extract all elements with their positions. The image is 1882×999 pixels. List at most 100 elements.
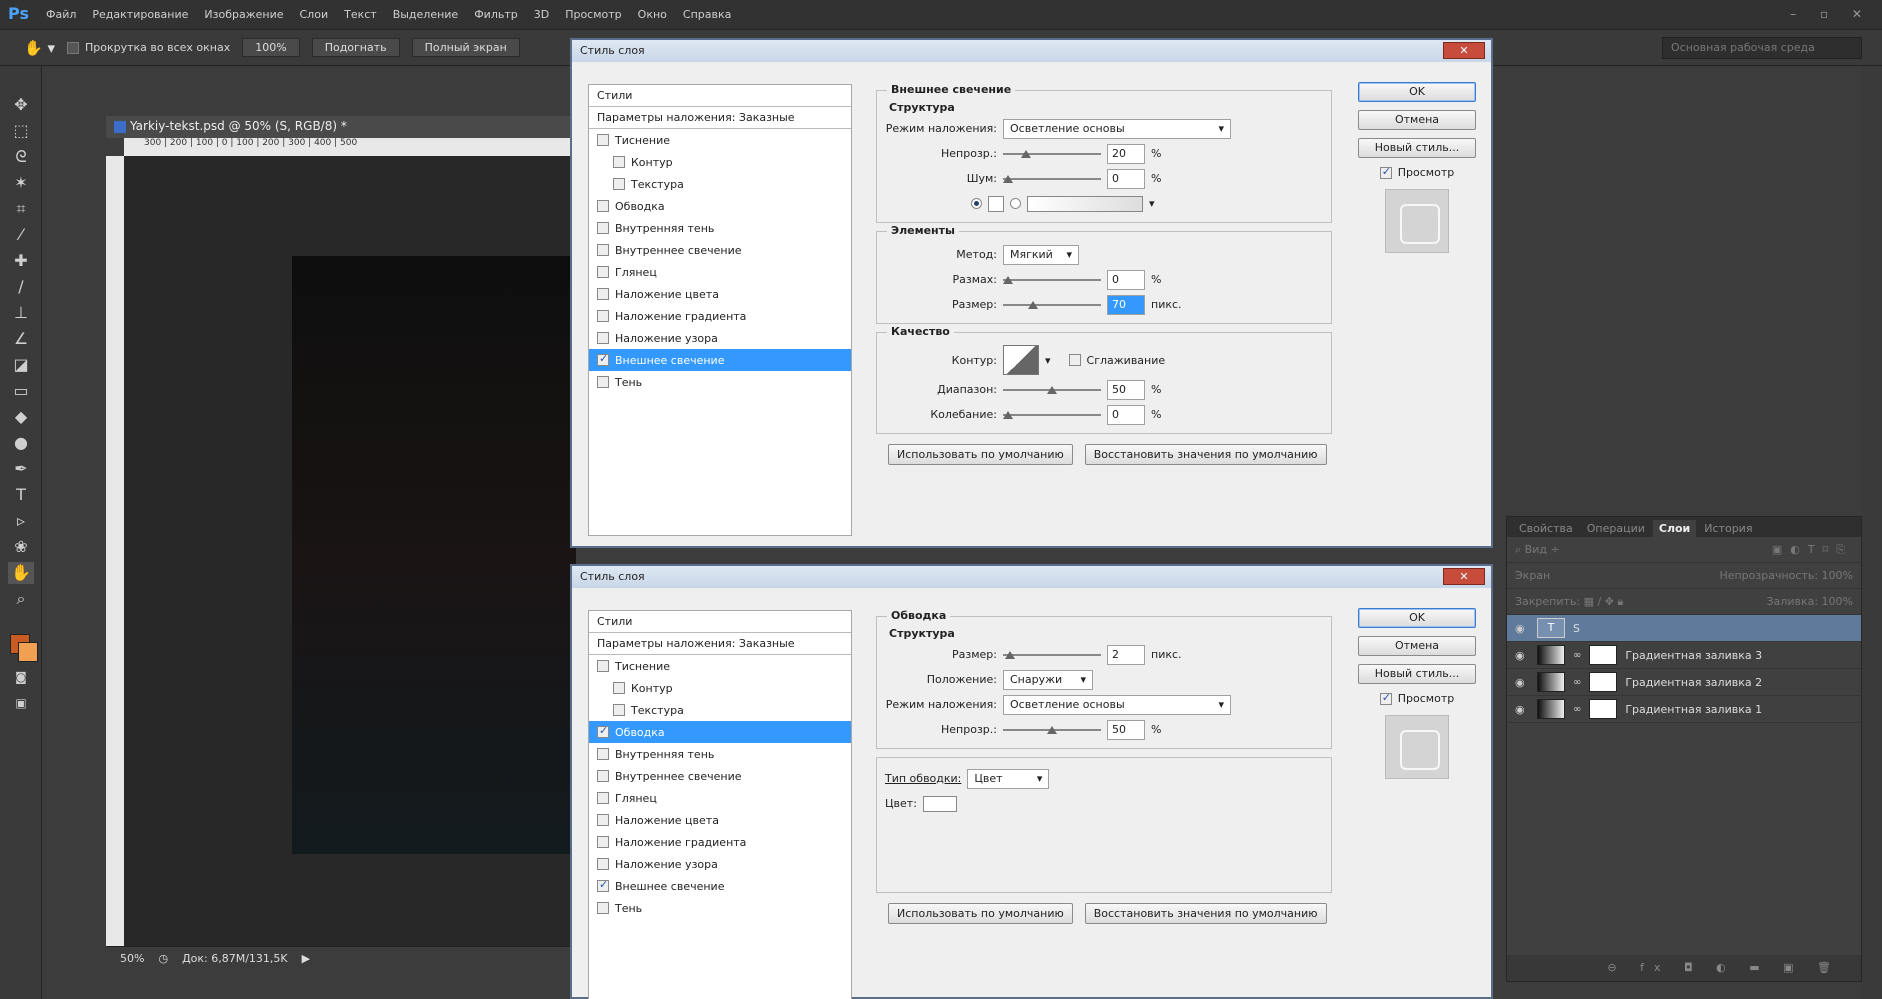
fill-type-select[interactable]: Цвет ▾ <box>967 768 1050 789</box>
style-item[interactable]: Обводка <box>589 195 851 217</box>
style-item[interactable]: Тень <box>589 371 851 393</box>
dialog-titlebar[interactable]: Стиль слоя ✕ <box>572 40 1491 62</box>
hand-tool-icon[interactable]: ✋ <box>8 562 34 584</box>
layer-row[interactable]: ◉ ∞ Градиентная заливка 1 <box>1507 696 1861 723</box>
zoom-menu-icon[interactable]: ◷ <box>158 952 168 965</box>
menu-item[interactable]: Фильтр <box>466 8 526 21</box>
move-tool-icon[interactable]: ✥ <box>8 94 34 116</box>
style-item[interactable]: Тиснение <box>589 129 851 151</box>
style-checkbox[interactable] <box>597 134 609 146</box>
style-item[interactable]: Наложение цвета <box>589 283 851 305</box>
blend-mode-select[interactable]: Осветление основы ▾ <box>1003 694 1231 715</box>
history-brush-tool-icon[interactable]: ∠ <box>8 328 34 350</box>
styles-header[interactable]: Стили <box>589 85 851 107</box>
style-checkbox[interactable] <box>613 682 625 694</box>
link-chain-icon[interactable]: ∞ <box>1573 704 1581 715</box>
screen-mode-icon[interactable]: ▣ <box>8 692 34 714</box>
noise-slider[interactable] <box>1003 172 1101 186</box>
style-checkbox[interactable] <box>597 332 609 344</box>
opacity-slider[interactable] <box>1003 723 1101 737</box>
style-checkbox[interactable] <box>597 770 609 782</box>
styles-header[interactable]: Стили <box>589 611 851 633</box>
style-item[interactable]: Внутренняя тень <box>589 743 851 765</box>
style-item[interactable]: Тень <box>589 897 851 919</box>
visibility-eye-icon[interactable]: ◉ <box>1515 703 1529 716</box>
style-checkbox[interactable] <box>597 222 609 234</box>
opacity-slider-knob[interactable] <box>1047 725 1057 734</box>
style-item[interactable]: Внутреннее свечение <box>589 239 851 261</box>
reset-default-button[interactable]: Восстановить значения по умолчанию <box>1084 444 1327 465</box>
status-arrow-icon[interactable]: ▶ <box>302 952 310 965</box>
layer-row[interactable]: ◉ T S <box>1507 615 1861 642</box>
style-item[interactable]: Обводка <box>589 721 851 743</box>
panel-tab[interactable]: Свойства <box>1513 520 1579 537</box>
style-checkbox[interactable] <box>613 178 625 190</box>
blending-options-item[interactable]: Параметры наложения: Заказные <box>589 633 851 655</box>
style-item[interactable]: Контур <box>589 677 851 699</box>
size-slider-knob[interactable] <box>1004 650 1015 659</box>
dodge-tool-icon[interactable]: ● <box>8 432 34 454</box>
preview-checkbox[interactable] <box>1379 165 1392 179</box>
style-checkbox[interactable] <box>597 352 609 366</box>
layer-mask-thumbnail[interactable] <box>1589 645 1618 665</box>
ok-button[interactable]: OK <box>1358 82 1476 102</box>
filter-icons[interactable]: ▣◐T⌑⎘ <box>1772 543 1853 557</box>
panel-tab[interactable]: Слои <box>1652 520 1697 537</box>
panel-tab[interactable]: Операции <box>1581 520 1651 537</box>
hand-tool-icon[interactable]: ✋ ▾ <box>24 39 55 57</box>
gradient-tool-icon[interactable]: ▭ <box>8 380 34 402</box>
style-checkbox[interactable] <box>597 836 609 848</box>
style-item[interactable]: Внутренняя тень <box>589 217 851 239</box>
size-input[interactable]: 70 <box>1107 294 1145 315</box>
style-item[interactable]: Наложение градиента <box>589 305 851 327</box>
style-checkbox[interactable] <box>597 858 609 870</box>
magic-wand-tool-icon[interactable]: ✶ <box>8 172 34 194</box>
background-color-swatch[interactable] <box>18 642 38 662</box>
link-chain-icon[interactable]: ∞ <box>1573 677 1581 688</box>
style-checkbox[interactable] <box>597 878 609 892</box>
pen-tool-icon[interactable]: ✒ <box>8 458 34 480</box>
lock-icons[interactable]: ▦ ∕ ✥ 🔒︎ <box>1584 595 1624 608</box>
glow-gradient-swatch[interactable] <box>1027 195 1143 212</box>
style-checkbox[interactable] <box>597 902 609 914</box>
spread-input[interactable]: 0 <box>1107 269 1145 290</box>
color-radio[interactable] <box>971 198 982 209</box>
style-item[interactable]: Внешнее свечение <box>589 349 851 371</box>
fill-value[interactable]: 100% <box>1822 595 1853 608</box>
healing-brush-tool-icon[interactable]: ✚ <box>8 250 34 272</box>
dialog-titlebar[interactable]: Стиль слоя ✕ <box>572 566 1491 588</box>
gradient-dropdown-icon[interactable]: ▾ <box>1149 197 1155 210</box>
menu-item[interactable]: Просмотр <box>557 8 629 21</box>
layer-mask-thumbnail[interactable] <box>1589 699 1618 719</box>
crop-tool-icon[interactable]: ⌗ <box>8 198 34 220</box>
fit-screen-button[interactable]: Подогнать <box>311 38 400 57</box>
cancel-button[interactable]: Отмена <box>1358 110 1476 130</box>
scroll-all-checkbox[interactable] <box>66 41 79 54</box>
scroll-all-windows-option[interactable]: Прокрутка во всех окнах <box>66 41 230 54</box>
style-item[interactable]: Глянец <box>589 261 851 283</box>
layer-row[interactable]: ◉ ∞ Градиентная заливка 3 <box>1507 642 1861 669</box>
style-checkbox[interactable] <box>597 266 609 278</box>
link-chain-icon[interactable]: ∞ <box>1573 650 1581 661</box>
noise-input[interactable]: 0 <box>1107 168 1145 189</box>
jitter-input[interactable]: 0 <box>1107 404 1145 425</box>
eraser-tool-icon[interactable]: ◪ <box>8 354 34 376</box>
path-selection-tool-icon[interactable]: ▹ <box>8 510 34 532</box>
menu-item[interactable]: Текст <box>336 8 385 21</box>
style-item[interactable]: Внешнее свечение <box>589 875 851 897</box>
zoom-level[interactable]: 50% <box>120 952 144 965</box>
marquee-tool-icon[interactable]: ⬚ <box>8 120 34 142</box>
ok-button[interactable]: OK <box>1358 608 1476 628</box>
layer-filter-row[interactable]: ⌕ Вид ÷ ▣◐T⌑⎘ <box>1507 537 1861 563</box>
opacity-slider[interactable] <box>1003 147 1101 161</box>
range-slider[interactable] <box>1003 383 1101 397</box>
style-checkbox[interactable] <box>597 244 609 256</box>
style-checkbox[interactable] <box>597 814 609 826</box>
style-checkbox[interactable] <box>597 748 609 760</box>
close-button[interactable]: ✕ <box>1443 568 1485 585</box>
size-slider[interactable] <box>1003 298 1101 312</box>
lasso-tool-icon[interactable]: ᘓ <box>8 146 34 168</box>
style-item[interactable]: Глянец <box>589 787 851 809</box>
style-item[interactable]: Контур <box>589 151 851 173</box>
style-checkbox[interactable] <box>613 704 625 716</box>
